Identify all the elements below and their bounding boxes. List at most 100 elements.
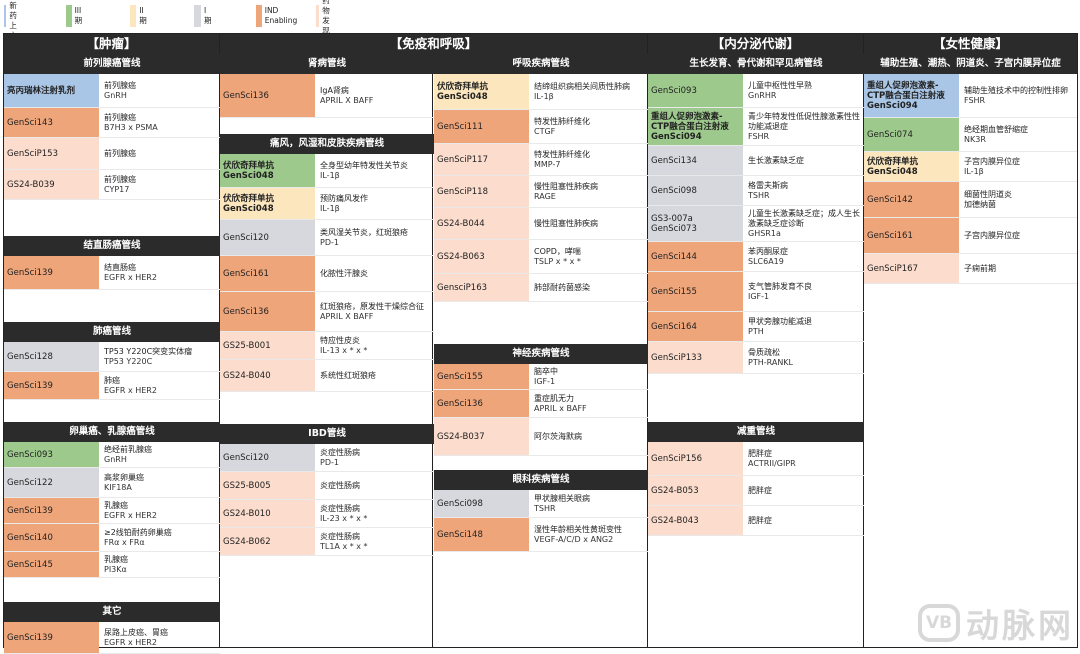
drug-code: GenSciP167 bbox=[864, 254, 959, 283]
section-header: IBD管线 bbox=[220, 424, 434, 444]
target: PI3Kα bbox=[104, 564, 127, 574]
indication-cell: COPD，哮喘 TSLP x * x * bbox=[531, 240, 648, 273]
pipeline-row: GenSci144 苯丙酮尿症 SLC6A19 bbox=[648, 242, 864, 272]
target: MMP-7 bbox=[534, 159, 561, 169]
legend-swatch bbox=[194, 5, 201, 27]
drug-code: GenSci139 bbox=[4, 498, 99, 523]
pipeline-row: GS24-B040 系统性红斑狼疮 bbox=[220, 360, 434, 392]
indication: 乳腺癌 bbox=[104, 554, 128, 564]
legend-swatch bbox=[256, 5, 262, 27]
section-header: 痛风，风湿和皮肤疾病管线 bbox=[220, 134, 434, 154]
indication-cell: 预防痛风发作 IL-1β bbox=[317, 188, 434, 219]
drug-code: GS24-B053 bbox=[648, 476, 743, 505]
indication: 绝经期血管舒缩症 bbox=[964, 124, 1028, 134]
pipeline-board: 【肿瘤】 【免疫和呼吸】 【内分泌代谢】 【女性健康】 前列腺癌管线 亮丙瑞林注射… bbox=[3, 33, 1078, 654]
target: NK3R bbox=[964, 134, 986, 144]
drug-code: GS25-B005 bbox=[220, 472, 315, 499]
drug-code: 伏欣奇拜单抗 GenSci048 bbox=[220, 188, 315, 219]
legend-item-phase2: II期 bbox=[130, 5, 149, 27]
indication-cell: 肥胖症 ACTRII/GIPR bbox=[745, 442, 864, 475]
target: GnRH bbox=[104, 90, 127, 100]
pipeline-row: GenSci136 重症肌无力 APRIL x BAFF bbox=[434, 390, 648, 418]
drug-code: 亮丙瑞林注射乳剂 bbox=[4, 74, 99, 107]
section-header: 减重管线 bbox=[648, 422, 864, 442]
indication: 重症肌无力 bbox=[534, 393, 574, 403]
pipeline-row: GS24-B062 炎症性肠病 TL1A x * x * bbox=[220, 528, 434, 556]
indication: 前列腺癌 bbox=[104, 148, 136, 158]
area-title: 【免疫和呼吸】 bbox=[220, 34, 647, 54]
indication: 子痫前期 bbox=[964, 263, 996, 273]
target: TSHR bbox=[534, 503, 556, 513]
drug-code: GenSci136 bbox=[220, 74, 315, 117]
drug-code: 重组人促卵泡激素- CTP融合蛋白注射液 GenSci094 bbox=[864, 74, 959, 117]
indication-cell: 肥胖症 bbox=[745, 506, 864, 535]
indication: 炎症性肠病 bbox=[320, 480, 360, 490]
target: VEGF-A/C/D x ANG2 bbox=[534, 534, 614, 544]
target: TSHR bbox=[748, 190, 770, 200]
pipeline-row: GenSci161 化脓性汗腺炎 bbox=[220, 256, 434, 292]
pipeline-row: GenSci120 类风湿关节炎，红斑狼疮 PD-1 bbox=[220, 220, 434, 256]
target: APRIL X BAFF bbox=[320, 311, 374, 321]
indication-cell: 甲状腺相关眼病 TSHR bbox=[531, 490, 648, 517]
pipeline-row: GenSci136 IgA肾病 APRIL X BAFF bbox=[220, 74, 434, 118]
pipeline-row: 重组人促卵泡激素- CTP融合蛋白注射液 GenSci094 青少年特发性低促性腺… bbox=[648, 108, 864, 146]
drug-code: GenSci098 bbox=[434, 490, 529, 517]
pipeline-row: GenSci164 甲状旁腺功能减退 PTH bbox=[648, 312, 864, 342]
drug-code: GenSci139 bbox=[4, 622, 99, 653]
section-header: 神经疾病管线 bbox=[434, 344, 648, 364]
pipeline-row: GenSci098 甲状腺相关眼病 TSHR bbox=[434, 490, 648, 518]
indication: 炎症性肠病 bbox=[320, 447, 360, 457]
indication-cell: ≥2线铂耐药卵巢癌 FRα x FRα bbox=[101, 524, 220, 551]
target: TSLP x * x * bbox=[534, 256, 581, 266]
indication: 慢性阻塞性肺疾病 bbox=[534, 181, 598, 191]
target: PTH bbox=[748, 326, 764, 336]
indication-cell: 炎症性肠病 PD-1 bbox=[317, 444, 434, 471]
indication-cell: 尿路上皮癌、胃癌 EGFR x HER2 bbox=[101, 622, 220, 653]
indication-cell: 肥胖症 bbox=[745, 476, 864, 505]
indication-cell: 甲状旁腺功能减退 PTH bbox=[745, 312, 864, 341]
indication: 炎症性肠病 bbox=[320, 503, 360, 513]
indication-cell: 乳腺癌 EGFR x HER2 bbox=[101, 498, 220, 523]
target: RAGE bbox=[534, 191, 556, 201]
drug-code: GenSci164 bbox=[648, 312, 743, 341]
pipeline-row: GenSci161 子宫内膜异位症 bbox=[864, 218, 1077, 254]
indication-cell: 绝经前乳腺癌 GnRH bbox=[101, 442, 220, 467]
indication: TP53 Y220C突变实体瘤 bbox=[104, 346, 193, 356]
drug-code: GenSci139 bbox=[4, 256, 99, 289]
indication: 苯丙酮尿症 bbox=[748, 246, 788, 256]
indication: 支气管肺发育不良 bbox=[748, 281, 812, 291]
indication: COPD，哮喘 bbox=[534, 246, 581, 256]
pipeline-row: GenSci142 细菌性阴道炎 加德纳菌 bbox=[864, 182, 1077, 218]
indication: IgA肾病 bbox=[320, 85, 349, 95]
pipeline-row: 伏欣奇拜单抗 GenSci048 子宫内膜异位症 IL-1β bbox=[864, 152, 1077, 182]
drug-code: GenSci136 bbox=[220, 292, 315, 331]
pipeline-row: 亮丙瑞林注射乳剂 前列腺癌 GnRH bbox=[4, 74, 220, 108]
section-header: 呼吸疾病管线 bbox=[434, 54, 648, 74]
indication: 甲状腺相关眼病 bbox=[534, 493, 590, 503]
legend-item-approved: 已递交新药上 市申请 bbox=[4, 1, 23, 60]
target: ACTRII/GIPR bbox=[748, 458, 796, 468]
target: FSHR bbox=[964, 95, 986, 105]
target: PD-1 bbox=[320, 457, 339, 467]
target: EGFR x HER2 bbox=[104, 385, 157, 395]
drug-code: GenSciP156 bbox=[648, 442, 743, 475]
section-header: 生长发育、骨代谢和罕见病管线 bbox=[648, 54, 864, 74]
indication-cell: 红斑狼疮，原发性干燥综合征 APRIL X BAFF bbox=[317, 292, 434, 331]
legend-item-ind: IND Enabling bbox=[256, 5, 300, 27]
indication-cell: 前列腺癌 GnRH bbox=[101, 74, 220, 107]
indication-cell: 炎症性肠病 bbox=[317, 472, 434, 499]
drug-code: GenSci120 bbox=[220, 444, 315, 471]
indication-cell: 肺癌 EGFR x HER2 bbox=[101, 372, 220, 399]
drug-code: GenSci098 bbox=[648, 176, 743, 205]
indication-cell: 前列腺癌 CYP17 bbox=[101, 170, 220, 199]
indication: 肺癌 bbox=[104, 375, 120, 385]
indication: 类风湿关节炎，红斑狼疮 bbox=[320, 227, 408, 237]
indication: 生长激素缺乏症 bbox=[748, 155, 804, 165]
pipeline-row: GenSci143 前列腺癌 B7H3 x PSMA bbox=[4, 108, 220, 138]
pipeline-row: 伏欣奇拜单抗 GenSci048 全身型幼年特发性关节炎 IL-1β bbox=[220, 154, 434, 188]
indication: 系统性红斑狼疮 bbox=[320, 370, 376, 380]
drug-code: GenSciP133 bbox=[648, 342, 743, 373]
target: FSHR bbox=[748, 131, 770, 141]
pipeline-row: 伏欣奇拜单抗 GenSci048 预防痛风发作 IL-1β bbox=[220, 188, 434, 220]
pipeline-row: GenSci145 乳腺癌 PI3Kα bbox=[4, 552, 220, 578]
